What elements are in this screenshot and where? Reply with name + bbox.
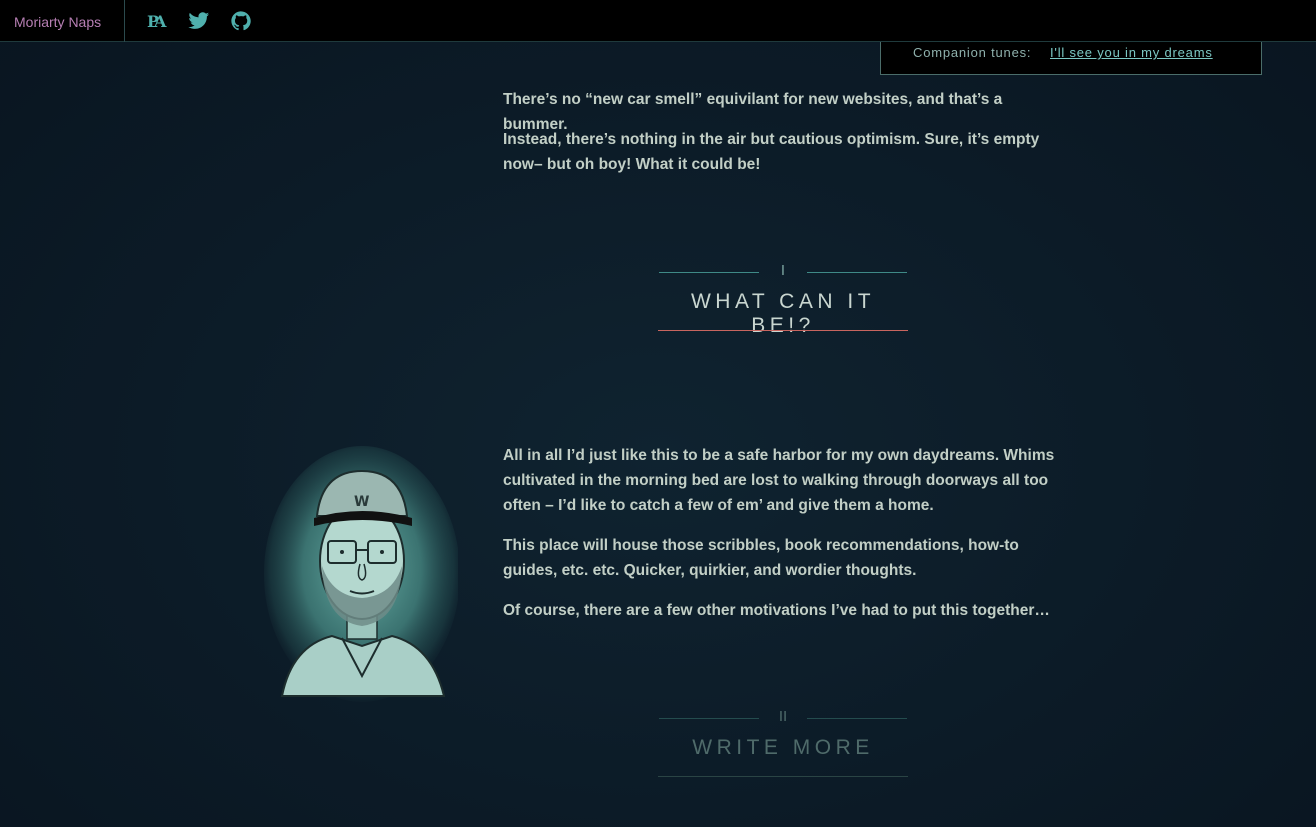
section1-paragraph-3: Of course, there are a few other motivat… — [503, 602, 1050, 619]
brand-link[interactable]: Moriarty Naps — [0, 0, 125, 42]
heading-underline — [658, 330, 908, 331]
intro-paragraph-2: Instead, there’s nothing in the air but … — [503, 131, 1040, 173]
companion-tunes-panel: Companion tunes: I'll see you in my drea… — [880, 42, 1262, 75]
section-numeral: II — [778, 708, 788, 725]
section1-paragraph-1: All in all I’d just like this to be a sa… — [503, 447, 1055, 514]
author-portrait-illustration: W — [262, 446, 460, 704]
svg-text:W: W — [354, 494, 369, 510]
section-numeral: I — [780, 262, 786, 279]
patreon-icon[interactable]: P A — [145, 10, 167, 32]
svg-text:A: A — [153, 12, 167, 31]
companion-tunes-label: Companion tunes: — [913, 45, 1032, 60]
heading-underline — [658, 776, 908, 777]
top-nav-bar: Moriarty Naps P A — [0, 0, 1316, 42]
section-title: WRITE MORE — [692, 736, 874, 759]
github-icon[interactable] — [230, 10, 252, 32]
section1-paragraph-2: This place will house those scribbles, b… — [503, 537, 1019, 579]
twitter-icon[interactable] — [188, 10, 210, 32]
companion-tunes-link[interactable]: I'll see you in my dreams — [1050, 45, 1213, 60]
